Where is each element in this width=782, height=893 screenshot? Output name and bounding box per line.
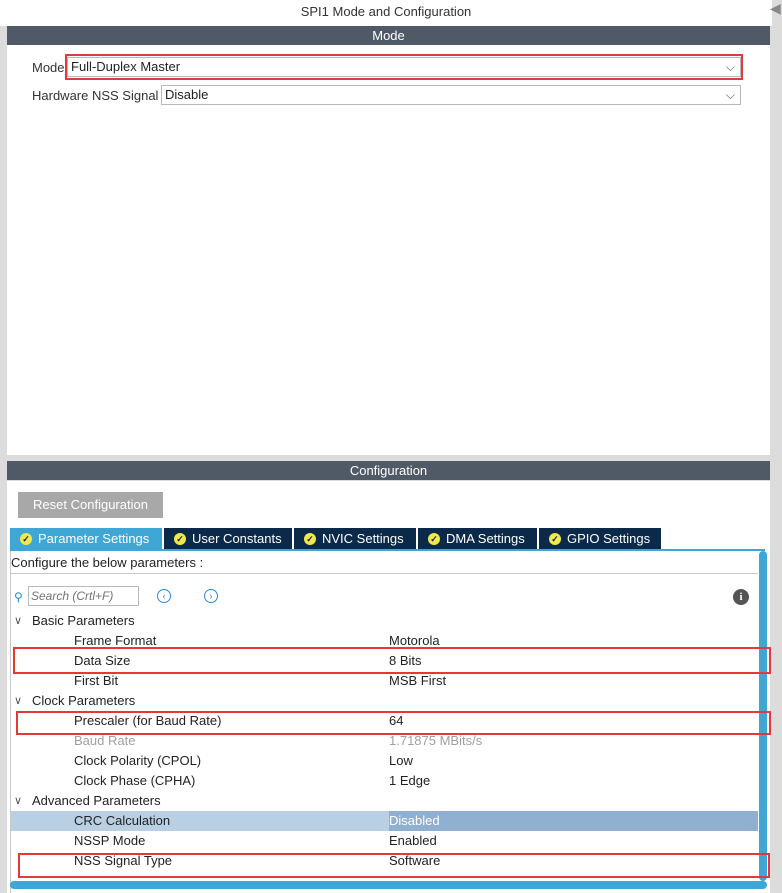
group-name: Clock Parameters [32,693,136,708]
param-value[interactable]: Disabled [389,811,758,831]
chevron-down-icon[interactable]: ∨ [14,691,22,711]
param-value[interactable]: 8 Bits [389,651,422,671]
parameter-tree: ∨ Basic Parameters Frame Format Motorola… [11,611,758,871]
check-circle-icon: ✓ [549,532,561,545]
param-name: Frame Format [74,633,157,648]
param-name: Baud Rate [74,733,136,748]
tab-label: DMA Settings [446,531,525,546]
check-circle-icon: ✓ [20,532,32,545]
chevron-down-icon[interactable]: ∨ [14,611,22,631]
param-row-clock-phase[interactable]: Clock Phase (CPHA) 1 Edge [11,771,758,791]
group-clock-parameters[interactable]: ∨ Clock Parameters [11,691,758,711]
param-value[interactable]: Enabled [389,831,437,851]
mode-label: Mode [32,60,65,75]
parameter-settings-panel: Configure the below parameters : ⚲ ‹ › i… [10,551,758,893]
tab-parameter-settings[interactable]: ✓ Parameter Settings [10,528,162,549]
param-name: NSS Signal Type [74,853,173,868]
param-value[interactable]: Low [389,751,413,771]
param-value[interactable]: Software [389,851,440,871]
tab-nvic-settings[interactable]: ✓ NVIC Settings [294,528,416,549]
param-value[interactable]: 1 Edge [389,771,430,791]
param-row-frame-format[interactable]: Frame Format Motorola [11,631,758,651]
tab-label: NVIC Settings [322,531,404,546]
tab-dma-settings[interactable]: ✓ DMA Settings [418,528,537,549]
tab-label: GPIO Settings [567,531,651,546]
param-row-first-bit[interactable]: First Bit MSB First [11,671,758,691]
previous-arrow-icon[interactable]: ‹ [157,589,171,603]
param-value[interactable]: Motorola [389,631,440,651]
horizontal-scrollbar[interactable] [10,881,767,889]
param-row-data-size[interactable]: Data Size 8 Bits [11,651,758,671]
param-name: CRC Calculation [74,813,171,828]
param-row-baud-rate: Baud Rate 1.71875 MBits/s [11,731,758,751]
mode-select-value: Full-Duplex Master [71,59,181,74]
tab-label: User Constants [192,531,282,546]
check-circle-icon: ✓ [304,532,316,545]
nss-label: Hardware NSS Signal [32,88,159,103]
param-name: Prescaler (for Baud Rate) [74,713,222,728]
group-name: Basic Parameters [32,613,135,628]
param-name: NSSP Mode [74,833,146,848]
param-name: First Bit [74,673,119,688]
reset-configuration-button[interactable]: Reset Configuration [18,492,163,518]
param-row-nssp-mode[interactable]: NSSP Mode Enabled [11,831,758,851]
nss-select[interactable]: Disable ⌵ [161,85,741,105]
param-value[interactable]: 64 [389,711,403,731]
configure-hint: Configure the below parameters : [11,554,758,574]
chevron-down-icon: ⌵ [725,60,735,74]
param-value[interactable]: MSB First [389,671,446,691]
mode-section-header: Mode [7,26,770,45]
param-name: Clock Polarity (CPOL) [74,753,202,768]
nss-select-value: Disable [165,87,209,102]
info-icon[interactable]: i [733,589,749,605]
mode-select[interactable]: Full-Duplex Master ⌵ [67,57,741,77]
corner-arrow-icon[interactable]: ◀ [770,0,782,18]
tab-label: Parameter Settings [38,531,150,546]
mode-panel: Mode Full-Duplex Master ⌵ Hardware NSS S… [7,45,770,455]
group-name: Advanced Parameters [32,793,161,808]
search-input[interactable] [28,586,139,606]
next-arrow-icon[interactable]: › [204,589,218,603]
tab-user-constants[interactable]: ✓ User Constants [164,528,292,549]
check-circle-icon: ✓ [174,532,186,545]
param-row-nss-signal-type[interactable]: NSS Signal Type Software [11,851,758,871]
tab-gpio-settings[interactable]: ✓ GPIO Settings [539,528,661,549]
param-row-clock-polarity[interactable]: Clock Polarity (CPOL) Low [11,751,758,771]
param-name: Data Size [74,653,131,668]
group-basic-parameters[interactable]: ∨ Basic Parameters [11,611,758,631]
group-advanced-parameters[interactable]: ∨ Advanced Parameters [11,791,758,811]
param-row-crc-calculation[interactable]: CRC Calculation Disabled [11,811,758,831]
vertical-scrollbar[interactable] [759,551,767,881]
settings-tabs: ✓ Parameter Settings ✓ User Constants ✓ NVI… [10,528,663,549]
window-title: SPI1 Mode and Configuration [0,0,772,26]
param-row-prescaler[interactable]: Prescaler (for Baud Rate) 64 [11,711,758,731]
param-name: Clock Phase (CPHA) [74,773,196,788]
param-value: 1.71875 MBits/s [389,733,483,748]
chevron-down-icon: ⌵ [725,88,735,102]
check-circle-icon: ✓ [428,532,440,545]
configuration-section-header: Configuration [7,461,770,480]
configuration-panel: Reset Configuration ✓ Parameter Settings … [7,481,770,893]
chevron-down-icon[interactable]: ∨ [14,791,22,811]
search-icon: ⚲ [14,590,23,604]
